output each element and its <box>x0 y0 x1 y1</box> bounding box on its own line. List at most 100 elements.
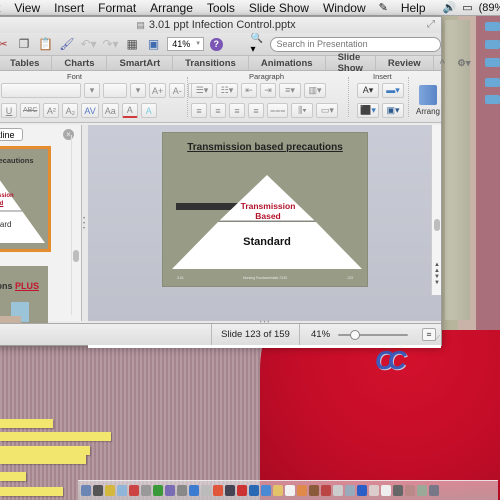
dock-app-icon[interactable] <box>81 485 91 496</box>
tab-animations[interactable]: Animations <box>249 56 326 70</box>
menu-item-partial[interactable]: t <box>0 1 7 15</box>
zoom-slider-thumb[interactable] <box>350 329 361 340</box>
sticky-note[interactable] <box>0 432 111 441</box>
grow-font-button[interactable]: A+ <box>149 83 167 98</box>
dock-app-icon[interactable] <box>381 485 391 496</box>
dock-app-icon[interactable] <box>417 485 427 496</box>
subscript-button[interactable]: A₂ <box>62 103 79 118</box>
script-menu-icon[interactable]: ✎ <box>373 1 394 14</box>
dock-app-icon[interactable] <box>369 485 379 496</box>
picture-button[interactable]: ▬▾ <box>382 83 404 98</box>
align-left-button[interactable]: ≡ <box>191 103 207 118</box>
sticky-note[interactable] <box>0 487 63 496</box>
slide-nav-arrows[interactable]: ▲ ▲ ▼ ▼ <box>433 262 441 286</box>
pyramid-bottom-label[interactable]: Standard <box>227 236 307 248</box>
ribbon-options-icon[interactable]: ⚙▾ <box>451 56 476 70</box>
resize-grip-icon[interactable]: ⟋ <box>434 334 440 344</box>
show-formatting-icon[interactable]: ▦ <box>125 36 140 52</box>
search-icon[interactable]: 🔍▾ <box>251 33 268 55</box>
slide-scrollbar[interactable]: ▲ ▲ ▼ ▼ <box>431 125 441 295</box>
superscript-button[interactable]: A² <box>43 103 60 118</box>
align-center-button[interactable]: ≡ <box>210 103 226 118</box>
strikethrough-button[interactable]: ABC <box>20 103 41 118</box>
dock-app-icon[interactable] <box>393 485 403 496</box>
dock-app-icon[interactable] <box>429 485 439 496</box>
tab-slide-show[interactable]: Slide Show <box>326 52 376 74</box>
menu-view[interactable]: View <box>7 1 47 15</box>
tab-smartart[interactable]: SmartArt <box>107 56 174 70</box>
dock-app-icon[interactable] <box>321 485 331 496</box>
dock-app-icon[interactable] <box>357 485 367 496</box>
tab-review[interactable]: Review <box>376 56 434 70</box>
font-name-dropdown[interactable] <box>1 83 81 98</box>
text-box-button[interactable]: A▾ <box>357 83 379 98</box>
text-direction-button[interactable]: ⫼▾ <box>291 103 314 118</box>
menu-arrange[interactable]: Arrange <box>143 1 200 15</box>
dock-app-icon[interactable] <box>225 485 235 496</box>
sticky-note[interactable] <box>0 472 26 481</box>
menu-insert[interactable]: Insert <box>47 1 91 15</box>
desktop-folder-icon[interactable] <box>485 22 500 31</box>
zoom-dropdown[interactable]: 41% ▼ <box>167 37 205 51</box>
slide-thumbnail-selected[interactable]: precautions mission sed ndard <box>0 146 51 252</box>
desktop-folder-icon[interactable] <box>485 40 500 49</box>
dock-app-icon[interactable] <box>177 485 187 496</box>
tab-tables[interactable]: Tables <box>0 56 53 70</box>
search-field[interactable] <box>269 36 441 52</box>
dock-app-icon[interactable] <box>165 485 175 496</box>
dock-app-icon[interactable] <box>345 485 355 496</box>
desktop-folder-icon[interactable] <box>485 78 500 87</box>
gallery-icon[interactable]: ▣ <box>146 36 161 52</box>
dock-app-icon[interactable] <box>405 485 415 496</box>
desktop-folder-icon[interactable] <box>485 58 500 67</box>
columns-button[interactable]: ▥▾ <box>304 83 326 98</box>
character-spacing-button[interactable]: AV <box>81 103 99 118</box>
dock-app-icon[interactable] <box>93 485 103 496</box>
align-text-button[interactable]: ▭▾ <box>316 103 339 118</box>
dock-app-icon[interactable] <box>129 485 139 496</box>
redo-icon[interactable]: ↷▾ <box>102 36 118 52</box>
fullscreen-icon[interactable]: ⤢ <box>427 19 435 30</box>
scroll-thumb[interactable] <box>73 250 79 262</box>
underline-button[interactable]: U <box>1 103 17 118</box>
desktop-folder-icon[interactable] <box>485 95 500 104</box>
undo-icon[interactable]: ↶▾ <box>80 36 96 52</box>
scroll-thumb[interactable] <box>434 219 440 231</box>
copy-icon[interactable]: ❐ <box>16 36 31 52</box>
chevron-down-icon[interactable]: ▾ <box>84 83 100 98</box>
shrink-font-button[interactable]: A- <box>169 83 186 98</box>
tab-transitions[interactable]: Transitions <box>173 56 249 70</box>
decrease-indent-button[interactable]: ⇤ <box>241 83 257 98</box>
tab-charts[interactable]: Charts <box>52 56 108 70</box>
dock-app-icon[interactable] <box>201 485 211 496</box>
bullets-button[interactable]: ☰▾ <box>191 83 213 98</box>
dock-app-icon[interactable] <box>309 485 319 496</box>
menu-tools[interactable]: Tools <box>200 1 242 15</box>
menu-slide-show[interactable]: Slide Show <box>242 1 316 15</box>
sticky-note[interactable] <box>0 419 53 428</box>
distributed-button[interactable]: ⩶ <box>267 103 289 118</box>
dock-app-icon[interactable] <box>249 485 259 496</box>
slides-pane-scrollbar[interactable] <box>71 135 79 315</box>
help-button[interactable]: ? <box>210 37 223 51</box>
zoom-slider[interactable] <box>338 329 409 340</box>
sticky-note[interactable] <box>0 446 90 455</box>
menu-help[interactable]: Help <box>394 1 433 15</box>
text-effects-button[interactable]: A <box>140 103 157 118</box>
tab-outline[interactable]: tline <box>0 128 23 141</box>
shape-button[interactable]: ⬛▾ <box>357 103 379 118</box>
menu-format[interactable]: Format <box>91 1 143 15</box>
collapse-ribbon-icon[interactable]: ^ <box>434 56 452 70</box>
media-button[interactable]: ▣▾ <box>382 103 404 118</box>
dock-app-icon[interactable] <box>213 485 223 496</box>
slide-thumbnail[interactable]: tions PLUS <box>0 266 48 326</box>
menu-window[interactable]: Window <box>316 1 373 15</box>
current-slide[interactable]: Transmission based precautions Transmiss… <box>162 132 368 287</box>
dock-app-icon[interactable] <box>153 485 163 496</box>
paste-icon[interactable]: 📋 <box>38 36 53 52</box>
dock-app-icon[interactable] <box>285 485 295 496</box>
arrange-button[interactable]: Arrang <box>413 85 443 116</box>
dock-app-icon[interactable] <box>261 485 271 496</box>
dock-app-icon[interactable] <box>273 485 283 496</box>
dock-app-icon[interactable] <box>189 485 199 496</box>
